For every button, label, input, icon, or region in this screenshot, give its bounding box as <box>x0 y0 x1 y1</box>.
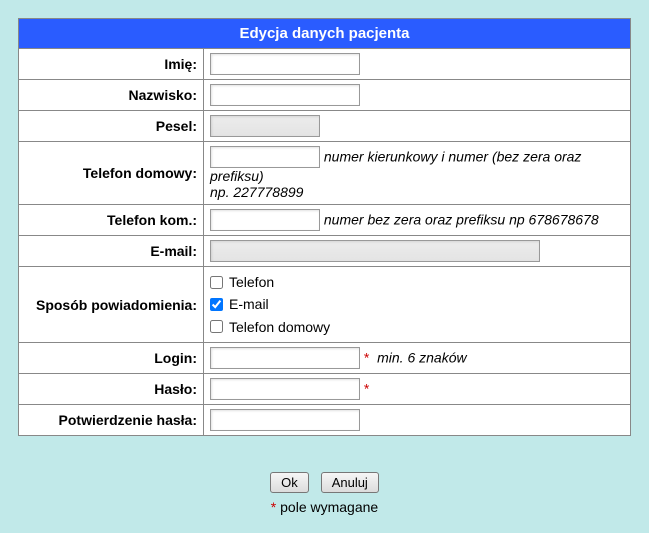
label-telefon-kom: Telefon kom.: <box>19 205 204 236</box>
hint-tel-dom2: np. 227778899 <box>210 184 624 200</box>
footnote-text: pole wymagane <box>280 499 378 515</box>
patient-form-table: Edycja danych pacjenta Imię: Nazwisko: P… <box>18 18 631 436</box>
label-telefon-domowy: Telefon domowy: <box>19 142 204 205</box>
hint-tel-kom: numer bez zera oraz prefiksu np 67867867… <box>324 212 599 228</box>
form-header: Edycja danych pacjenta <box>19 19 631 49</box>
cancel-button[interactable]: Anuluj <box>321 472 379 493</box>
telefon-domowy-input[interactable] <box>210 146 320 168</box>
haslo-input[interactable] <box>210 378 360 400</box>
hint-login: min. 6 znaków <box>377 350 466 366</box>
required-mark: * <box>364 381 369 397</box>
ok-button[interactable]: Ok <box>270 472 309 493</box>
email-value-masked <box>210 240 540 262</box>
label-imie: Imię: <box>19 49 204 80</box>
label-sposob: Sposób powiadomienia: <box>19 267 204 343</box>
required-mark: * <box>271 499 276 515</box>
imie-input[interactable] <box>210 53 360 75</box>
notify-email-label: E-mail <box>229 293 269 315</box>
notify-telefon-domowy-label: Telefon domowy <box>229 316 330 338</box>
nazwisko-input[interactable] <box>210 84 360 106</box>
label-nazwisko: Nazwisko: <box>19 80 204 111</box>
notify-telefon-domowy-checkbox[interactable] <box>210 320 223 333</box>
pesel-value-masked <box>210 115 320 137</box>
label-pesel: Pesel: <box>19 111 204 142</box>
label-haslo: Hasło: <box>19 374 204 405</box>
label-email: E-mail: <box>19 236 204 267</box>
login-input[interactable] <box>210 347 360 369</box>
label-login: Login: <box>19 343 204 374</box>
notify-telefon-label: Telefon <box>229 271 274 293</box>
label-haslo2: Potwierdzenie hasła: <box>19 405 204 436</box>
haslo2-input[interactable] <box>210 409 360 431</box>
notify-telefon-checkbox[interactable] <box>210 276 223 289</box>
footnote: * pole wymagane <box>18 499 631 515</box>
required-mark: * <box>364 350 369 366</box>
notify-email-checkbox[interactable] <box>210 298 223 311</box>
telefon-kom-input[interactable] <box>210 209 320 231</box>
button-bar: Ok Anuluj <box>18 472 631 493</box>
